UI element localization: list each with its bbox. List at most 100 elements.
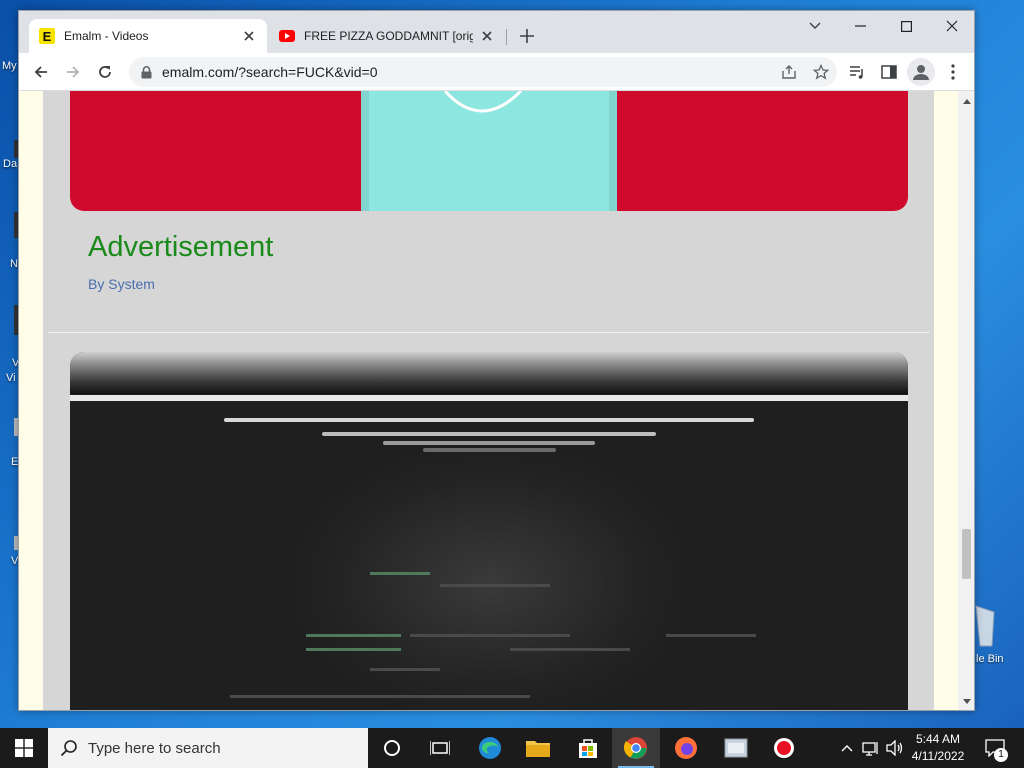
ad-author-link[interactable]: By System bbox=[88, 276, 155, 292]
youtube-icon bbox=[279, 28, 295, 44]
video-text-line bbox=[410, 634, 570, 637]
side-panel-button[interactable] bbox=[875, 58, 903, 86]
record-icon bbox=[774, 738, 794, 758]
speaker-icon bbox=[886, 740, 903, 756]
app-window-icon bbox=[724, 738, 748, 758]
video-glow bbox=[300, 452, 680, 710]
minimize-button[interactable] bbox=[837, 11, 883, 41]
tab-search-button[interactable] bbox=[792, 11, 838, 41]
content-column: Advertisement By System bbox=[43, 91, 934, 710]
chrome-taskbar-button[interactable] bbox=[612, 728, 660, 768]
search-icon bbox=[60, 740, 77, 757]
arrow-left-icon bbox=[34, 66, 47, 78]
avatar-icon bbox=[913, 65, 929, 80]
menu-button[interactable] bbox=[939, 58, 967, 86]
task-view-cortana-button[interactable] bbox=[368, 728, 416, 768]
desktop-icon-label[interactable]: My bbox=[2, 60, 17, 72]
share-icon bbox=[782, 65, 796, 79]
desktop-icon-label[interactable]: Da bbox=[3, 158, 17, 170]
close-tab-icon[interactable] bbox=[241, 28, 257, 44]
clock-time: 5:44 AM bbox=[915, 732, 961, 746]
close-tab-icon[interactable] bbox=[479, 28, 495, 44]
divider bbox=[48, 332, 930, 333]
media-queue-icon bbox=[850, 66, 863, 79]
video-screen-titlebar bbox=[70, 395, 908, 401]
emalm-E-icon: E bbox=[39, 28, 55, 44]
more-vert-icon bbox=[951, 64, 955, 80]
video-text-line bbox=[440, 584, 550, 587]
clock-date: 4/11/2022 bbox=[911, 749, 965, 763]
scroll-up-arrow[interactable] bbox=[958, 93, 974, 110]
video-header-blur bbox=[70, 352, 908, 394]
ad-image[interactable] bbox=[70, 91, 908, 211]
store-taskbar-button[interactable] bbox=[564, 728, 612, 768]
url-text[interactable]: emalm.com/?search=FUCK&vid=0 bbox=[162, 64, 378, 80]
triangle-up-icon bbox=[962, 99, 971, 104]
firefox-taskbar-button[interactable] bbox=[662, 728, 710, 768]
video-text-line bbox=[666, 634, 756, 637]
taskbar: Type here to search 5:44 AM 4/11/2022 1 bbox=[0, 728, 1024, 768]
edge-taskbar-button[interactable] bbox=[466, 728, 514, 768]
start-button[interactable] bbox=[0, 728, 48, 768]
tab-emalm-videos[interactable]: E Emalm - Videos bbox=[29, 19, 267, 53]
address-bar[interactable]: emalm.com/?search=FUCK&vid=0 bbox=[129, 57, 837, 87]
video-text-line bbox=[383, 441, 595, 445]
tab-free-pizza[interactable]: FREE PIZZA GODDAMNIT [origin bbox=[269, 19, 505, 53]
tab-title: Emalm - Videos bbox=[64, 29, 149, 43]
close-window-button[interactable] bbox=[929, 11, 974, 41]
vertical-scrollbar[interactable] bbox=[958, 91, 974, 710]
video-thumbnail[interactable] bbox=[70, 352, 908, 710]
plus-icon bbox=[520, 29, 534, 43]
lock-icon[interactable] bbox=[141, 65, 152, 79]
video-text-line bbox=[306, 648, 401, 651]
forward-button[interactable] bbox=[59, 58, 87, 86]
media-control-button[interactable] bbox=[843, 58, 871, 86]
bookmark-button[interactable] bbox=[807, 62, 835, 82]
file-explorer-taskbar-button[interactable] bbox=[514, 728, 562, 768]
chevron-up-icon bbox=[841, 745, 853, 752]
firefox-icon bbox=[675, 737, 697, 759]
new-tab-button[interactable] bbox=[517, 26, 537, 46]
network-button[interactable] bbox=[860, 728, 882, 768]
profile-button[interactable] bbox=[907, 58, 935, 86]
volume-button[interactable] bbox=[884, 728, 906, 768]
recycle-bin-icon[interactable] bbox=[974, 604, 996, 648]
recycle-bin-label[interactable]: le Bin bbox=[976, 653, 1004, 665]
video-text-line bbox=[510, 648, 630, 651]
taskbar-search-box[interactable]: Type here to search bbox=[48, 728, 368, 768]
desktop-icon-label[interactable]: Vi bbox=[6, 372, 16, 384]
ad-image-shade bbox=[361, 91, 369, 211]
edge-icon bbox=[479, 737, 501, 759]
app-taskbar-button[interactable] bbox=[712, 728, 760, 768]
desktop-icon-label[interactable]: N bbox=[10, 258, 18, 270]
share-button[interactable] bbox=[775, 62, 803, 82]
task-view-button[interactable] bbox=[416, 728, 464, 768]
maximize-button[interactable] bbox=[883, 11, 929, 41]
show-hidden-icons-button[interactable] bbox=[838, 728, 856, 768]
back-button[interactable] bbox=[27, 58, 55, 86]
windows-logo-icon bbox=[15, 739, 33, 757]
reload-button[interactable] bbox=[91, 58, 119, 86]
taskbar-clock[interactable]: 5:44 AM 4/11/2022 bbox=[904, 731, 972, 765]
scroll-down-arrow[interactable] bbox=[958, 693, 974, 710]
action-center-button[interactable]: 1 bbox=[980, 728, 1010, 768]
recorder-taskbar-button[interactable] bbox=[760, 728, 808, 768]
search-placeholder: Type here to search bbox=[88, 739, 221, 757]
ad-image-figure bbox=[361, 91, 617, 211]
star-icon bbox=[813, 64, 829, 80]
video-text-line bbox=[322, 432, 656, 436]
reload-icon bbox=[99, 66, 111, 78]
video-text-line bbox=[224, 418, 754, 422]
arrow-right-icon bbox=[67, 66, 80, 78]
network-icon bbox=[862, 742, 878, 756]
triangle-down-icon bbox=[962, 699, 971, 704]
chevron-down-icon bbox=[809, 22, 821, 29]
folder-icon bbox=[526, 741, 550, 757]
tab-separator bbox=[506, 29, 507, 45]
ad-title[interactable]: Advertisement bbox=[88, 231, 273, 264]
maximize-icon bbox=[900, 20, 912, 32]
video-text-line bbox=[370, 668, 440, 671]
scroll-thumb[interactable] bbox=[962, 529, 971, 579]
tab-strip: E Emalm - Videos FREE PIZZA GODDAMNIT [o… bbox=[19, 11, 974, 53]
browser-toolbar: emalm.com/?search=FUCK&vid=0 bbox=[19, 53, 974, 91]
